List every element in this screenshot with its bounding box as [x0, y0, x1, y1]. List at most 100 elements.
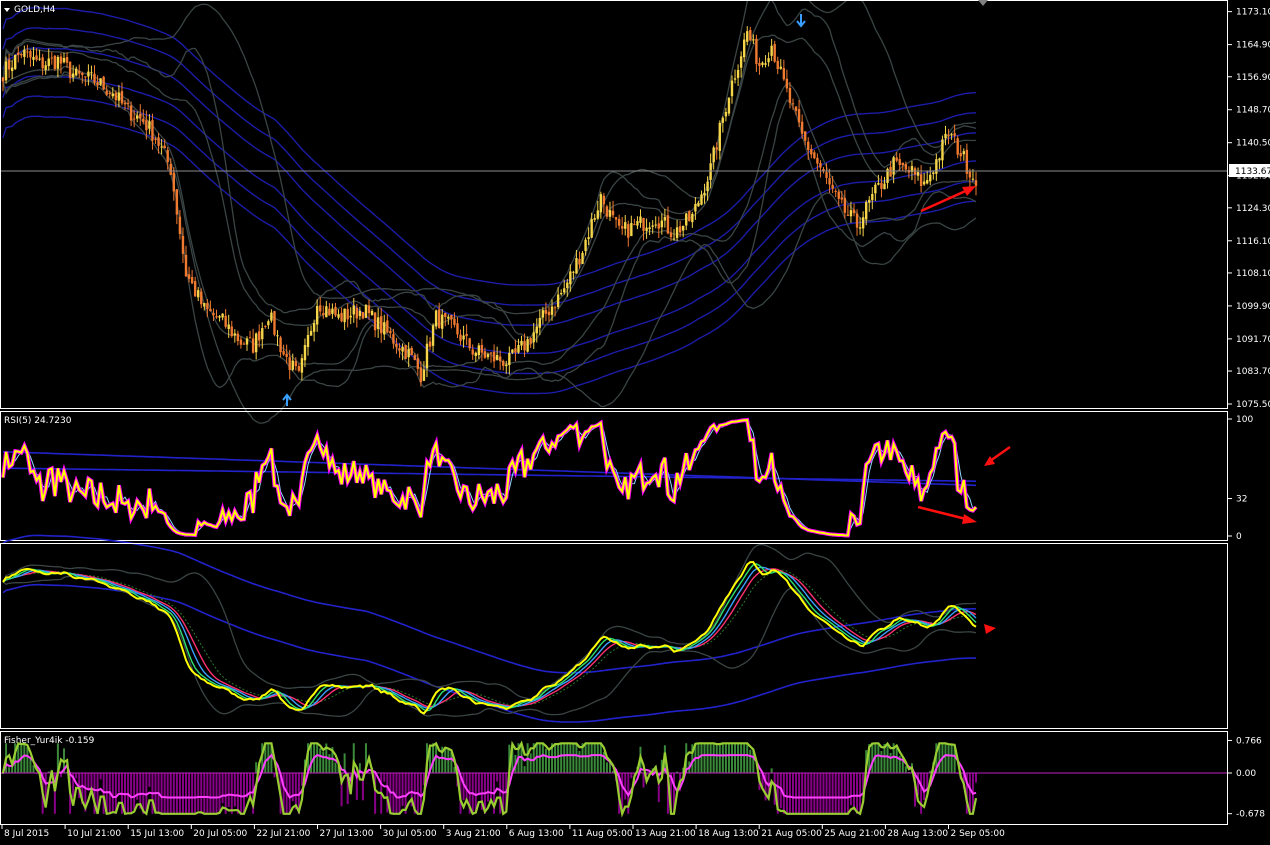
- candle-body: [404, 344, 407, 359]
- candle-body: [858, 227, 862, 229]
- fisher-histogram-bar: [554, 744, 557, 773]
- candle-body: [267, 321, 270, 326]
- fisher-histogram-bar: [163, 773, 166, 814]
- candle-body: [386, 320, 389, 333]
- candle-body: [898, 159, 901, 166]
- candle-body: [38, 58, 41, 60]
- candle-body: [843, 197, 847, 213]
- candle-body: [614, 217, 618, 220]
- fisher-tick-label: 0.766: [1236, 736, 1262, 746]
- candle-body: [312, 323, 316, 332]
- fisher-histogram-bar: [227, 773, 230, 807]
- candle-body: [178, 216, 182, 234]
- candle-body: [264, 325, 267, 327]
- candle-body: [224, 315, 227, 327]
- candle-body: [947, 134, 950, 136]
- time-tick-label: 22 Jul 21:00: [256, 829, 310, 839]
- candle-body: [825, 172, 828, 178]
- candle-body: [413, 355, 416, 360]
- candle-body: [761, 62, 764, 65]
- fisher-histogram-bar: [242, 773, 245, 814]
- candle-body: [157, 137, 160, 146]
- fisher-histogram-bar: [26, 746, 29, 773]
- symbol-title: GOLD,H4: [14, 5, 56, 15]
- candle-body: [794, 106, 798, 111]
- fisher-histogram-bar: [127, 773, 130, 813]
- fisher-histogram-bar: [737, 743, 740, 773]
- candle-body: [425, 343, 429, 369]
- candle-body: [709, 163, 712, 180]
- candle-body: [569, 271, 572, 285]
- candle-body: [364, 305, 368, 318]
- candle-body: [465, 333, 468, 337]
- fisher-histogram-bar: [541, 743, 544, 773]
- candle-body: [340, 312, 343, 322]
- fisher-histogram-bar: [438, 757, 441, 773]
- fisher-histogram-bar: [904, 766, 907, 773]
- candle-body: [392, 334, 395, 344]
- fisher-histogram-bar: [749, 749, 752, 773]
- candle-body: [721, 117, 725, 123]
- candle-body: [151, 120, 154, 141]
- candle-body: [306, 334, 310, 348]
- candle-body: [663, 217, 667, 221]
- candle-body: [99, 78, 102, 85]
- fisher-histogram-bar: [584, 743, 587, 773]
- fisher-histogram-bar: [75, 773, 78, 779]
- candle-body: [965, 149, 969, 174]
- fisher-histogram-bar: [721, 743, 724, 773]
- candle-body: [187, 274, 191, 279]
- candle-body: [620, 226, 624, 229]
- fisher-histogram-bar: [99, 773, 102, 780]
- candle-body: [642, 217, 645, 231]
- candle-body: [358, 310, 362, 317]
- fisher-histogram-bar: [178, 773, 181, 814]
- candle-body: [325, 306, 328, 318]
- fisher-histogram-bar: [529, 753, 532, 773]
- candle-body: [245, 338, 249, 345]
- candle-body: [593, 218, 596, 220]
- candle-body: [645, 227, 648, 232]
- time-tick-label: 6 Aug 13:00: [509, 829, 564, 839]
- fisher-histogram-bar: [795, 773, 798, 814]
- candle-body: [532, 332, 535, 343]
- fisher-histogram-bar: [560, 743, 563, 773]
- candle-body: [654, 224, 657, 226]
- candle-body: [395, 343, 398, 348]
- candle-body: [547, 311, 551, 316]
- candle-body: [300, 358, 304, 373]
- candle-body: [462, 335, 465, 340]
- candle-body: [190, 277, 194, 284]
- candle-body: [767, 58, 770, 63]
- candle-body: [197, 290, 200, 298]
- trading-chart[interactable]: 1173.101164.901156.901148.701140.501132.…: [0, 0, 1270, 845]
- candle-body: [276, 335, 279, 337]
- candle-body: [636, 221, 639, 226]
- candle-body: [758, 63, 761, 66]
- fisher-histogram-bar: [831, 773, 834, 814]
- candle-body: [102, 76, 105, 90]
- candle-body: [203, 302, 206, 307]
- fisher-histogram-bar: [837, 773, 840, 814]
- candle-body: [65, 57, 69, 63]
- candle-body: [419, 367, 423, 383]
- candle-body: [279, 337, 282, 353]
- fisher-histogram-bar: [169, 773, 172, 814]
- candle-body: [974, 180, 978, 186]
- candle-body: [706, 181, 709, 192]
- candle-body: [752, 39, 755, 41]
- fisher-histogram-bar: [734, 743, 737, 773]
- candle-body: [486, 354, 490, 358]
- candle-body: [703, 192, 706, 196]
- price-tick-label: 1140.50: [1236, 139, 1270, 149]
- candle-body: [416, 358, 420, 369]
- fisher-histogram-bar: [743, 743, 746, 773]
- candle-body: [544, 309, 548, 314]
- fisher-histogram-bar: [398, 773, 401, 814]
- candle-body: [819, 162, 822, 168]
- fisher-histogram-bar: [544, 748, 547, 773]
- time-tick-label: 8 Jul 2015: [4, 829, 49, 839]
- candle-body: [428, 341, 432, 347]
- candle-body: [749, 29, 752, 41]
- time-tick-label: 28 Aug 13:00: [887, 829, 948, 839]
